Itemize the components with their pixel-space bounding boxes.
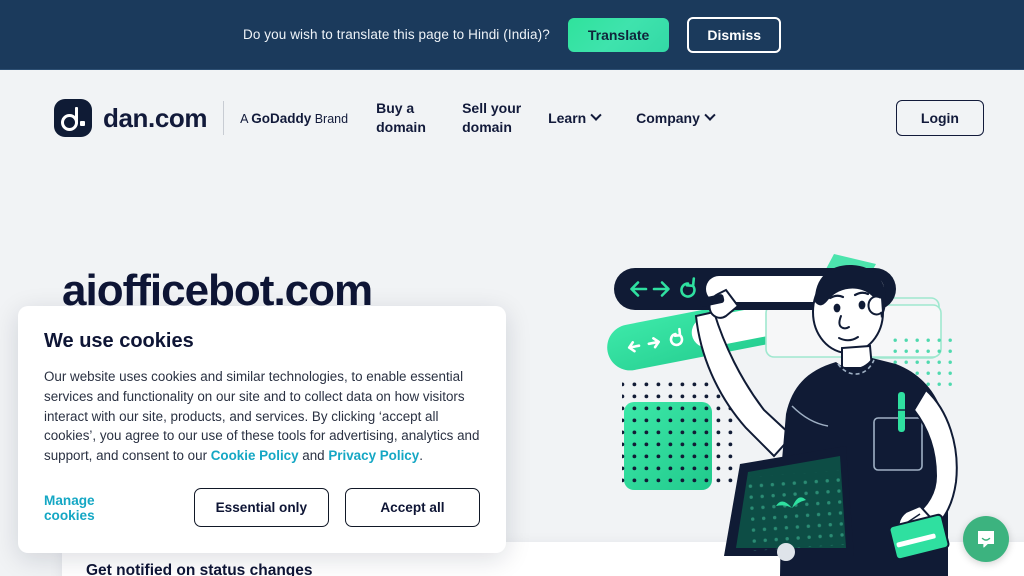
logo-dot-shape xyxy=(80,121,85,126)
nav-item-learn-label: Learn xyxy=(548,110,587,126)
godaddy-brand-note: A GoDaddy Brand xyxy=(240,111,348,126)
manage-cookies-link[interactable]: Manage cookies xyxy=(44,493,140,523)
cookie-body-text-2: and xyxy=(298,448,329,464)
dan-logo-icon xyxy=(54,99,92,137)
header-divider xyxy=(223,101,225,135)
chevron-down-icon xyxy=(590,109,602,121)
cookie-policy-link[interactable]: Cookie Policy xyxy=(211,448,299,463)
cookie-banner-actions: Manage cookies Essential only Accept all xyxy=(44,488,480,528)
nav-item-sell-your-domain[interactable]: Sell your domain xyxy=(462,99,548,138)
brand-prefix: A xyxy=(240,111,252,126)
site-logo[interactable]: dan.com xyxy=(54,99,208,137)
chevron-down-icon xyxy=(704,109,716,121)
logo-wordmark: dan.com xyxy=(103,102,208,133)
primary-navigation: Buy a domain Sell your domain Learn Comp… xyxy=(376,99,716,138)
chat-bubble-icon xyxy=(978,531,994,548)
privacy-policy-link[interactable]: Privacy Policy xyxy=(328,448,419,463)
cookie-banner-title: We use cookies xyxy=(44,330,194,352)
cookie-banner-body: Our website uses cookies and similar tec… xyxy=(44,367,480,466)
chat-launcher-button[interactable] xyxy=(963,516,1009,562)
nav-item-company[interactable]: Company xyxy=(636,109,716,126)
logo-stem-shape xyxy=(74,107,78,124)
brand-name: GoDaddy xyxy=(251,110,312,126)
translate-notification-bar: Do you wish to translate this page to Hi… xyxy=(0,0,1024,70)
nav-item-company-label: Company xyxy=(636,110,700,126)
nav-item-buy-a-domain[interactable]: Buy a domain xyxy=(376,99,462,138)
translate-button[interactable]: Translate xyxy=(567,17,670,52)
hero-illustration xyxy=(596,250,1024,576)
nav-item-learn[interactable]: Learn xyxy=(548,109,636,126)
cookie-consent-banner: We use cookies Our website uses cookies … xyxy=(18,306,506,554)
essential-only-button[interactable]: Essential only xyxy=(193,488,329,528)
translate-message: Do you wish to translate this page to Hi… xyxy=(242,27,550,42)
brand-suffix: Brand xyxy=(311,111,349,126)
cookie-body-text-3: . xyxy=(419,448,423,464)
login-button[interactable]: Login xyxy=(895,100,984,136)
dismiss-button[interactable]: Dismiss xyxy=(687,16,782,53)
site-header: dan.com A GoDaddy Brand Buy a domain Sel… xyxy=(0,71,1024,165)
accept-all-button[interactable]: Accept all xyxy=(344,488,480,528)
status-card-heading: Get notified on status changes xyxy=(86,562,313,576)
